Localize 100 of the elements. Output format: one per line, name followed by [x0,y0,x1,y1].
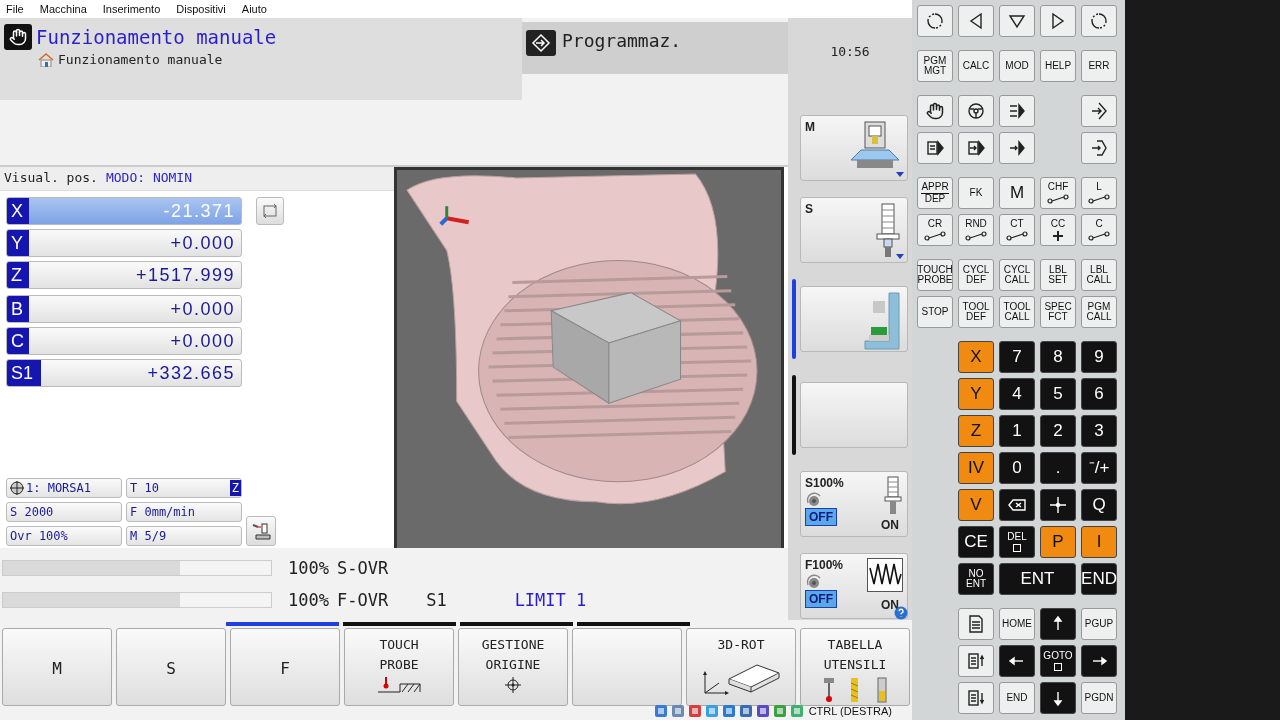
keypad-key[interactable] [917,132,953,164]
keypad-key[interactable]: 2 [1040,415,1076,447]
keypad-key[interactable]: CE [958,526,994,558]
keypad-key[interactable] [999,132,1035,164]
menu-item[interactable]: File [6,3,24,15]
softkey[interactable]: TOUCH PROBE [344,628,454,707]
keypad-key[interactable] [999,489,1035,521]
keypad-key[interactable]: FK [958,177,994,209]
keypad-key[interactable]: SPEC FCT [1040,296,1076,328]
keypad-key[interactable]: CALC [958,50,994,82]
keypad-key[interactable]: APPR DEP [917,177,953,209]
keypad-key[interactable]: 0 [999,452,1035,484]
keypad-key[interactable] [958,95,994,127]
keypad-key[interactable] [1081,95,1117,127]
keypad-key[interactable]: MOD [999,50,1035,82]
menu-item[interactable]: Macchina [39,3,87,15]
tray-icon[interactable] [772,704,787,718]
keypad-key[interactable]: LBL CALL [1081,259,1117,291]
keypad-key[interactable]: TOOL CALL [999,296,1035,328]
keypad-key[interactable]: STOP [917,296,953,328]
keypad-key[interactable] [917,95,953,127]
keypad-key[interactable]: PGM MGT [917,50,953,82]
override-option[interactable]: OFF [805,590,837,608]
keypad-key[interactable]: C [1081,214,1117,246]
keypad-key[interactable]: RND [958,214,994,246]
softkey[interactable]: GESTIONE ORIGINE [458,628,568,707]
keypad-key[interactable]: L [1081,177,1117,209]
keypad-key[interactable]: END [999,682,1035,714]
keypad-key[interactable]: 5 [1040,378,1076,410]
keypad-key[interactable] [1040,5,1076,37]
keypad-key[interactable] [999,645,1035,677]
side-card[interactable]: S [800,197,908,263]
keypad-key[interactable]: 9 [1081,341,1117,373]
keypad-key[interactable]: TOOL DEF [958,296,994,328]
keypad-key[interactable]: 1 [999,415,1035,447]
keypad-key[interactable]: PGM CALL [1081,296,1117,328]
keypad-key[interactable]: M [999,177,1035,209]
keypad-key[interactable]: LBL SET [1040,259,1076,291]
keypad-key[interactable]: HELP [1040,50,1076,82]
keypad-key[interactable]: TOUCH PROBE [917,259,953,291]
keypad-key[interactable]: ⁻/+ [1081,452,1117,484]
keypad-key[interactable] [958,608,994,640]
softkey[interactable]: TABELLA UTENSILI [800,628,910,707]
keypad-key[interactable]: GOTO [1040,645,1076,677]
keypad-key[interactable]: CYCL DEF [958,259,994,291]
menu-item[interactable]: Dispositivi [176,3,226,15]
keypad-key[interactable]: END [1081,563,1117,595]
keypad-key[interactable]: P [1040,526,1076,558]
keypad-key[interactable]: DEL [999,526,1035,558]
keypad-key[interactable]: Q [1081,489,1117,521]
keypad-key[interactable]: ERR [1081,50,1117,82]
keypad-key[interactable]: ENT [999,563,1076,595]
override-card[interactable]: F100% OFF ON [800,553,908,619]
tray-icon[interactable] [670,704,685,718]
keypad-key[interactable]: 8 [1040,341,1076,373]
keypad-key[interactable] [917,5,953,37]
keypad-key[interactable] [1040,682,1076,714]
keypad-key[interactable]: I [1081,526,1117,558]
keypad-key[interactable]: X [958,341,994,373]
keypad-key[interactable]: CHF [1040,177,1076,209]
keypad-key[interactable]: . [1040,452,1076,484]
keypad-key[interactable]: CYCL CALL [999,259,1035,291]
keypad-key[interactable] [1040,608,1076,640]
side-card[interactable]: M [800,115,908,181]
softkey[interactable]: M [2,628,112,707]
keypad-key[interactable]: 4 [999,378,1035,410]
keypad-key[interactable]: CT [999,214,1035,246]
override-card[interactable]: S100% OFF ON [800,471,908,537]
menu-item[interactable]: Inserimento [102,3,161,15]
keypad-key[interactable]: CC [1040,214,1076,246]
softkey[interactable]: 3D-ROT [686,628,796,707]
keypad-key[interactable] [1081,132,1117,164]
machine-button[interactable] [246,516,276,547]
keypad-key[interactable] [958,682,994,714]
tray-icon[interactable] [738,704,753,718]
keypad-key[interactable] [999,5,1035,37]
programming-tab[interactable]: Programmaz. [522,22,788,74]
tray-icon[interactable] [704,704,719,718]
keypad-key[interactable]: PGUP [1081,608,1117,640]
menu-item[interactable]: Aiuto [241,3,267,15]
keypad-key[interactable]: V [958,489,994,521]
keypad-key[interactable] [999,95,1035,127]
keypad-key[interactable]: Y [958,378,994,410]
keypad-key[interactable] [958,645,994,677]
keypad-key[interactable] [1040,489,1076,521]
keypad-key[interactable]: IV [958,452,994,484]
keypad-key[interactable]: HOME [999,608,1035,640]
override-option[interactable]: ON [877,596,903,614]
keypad-key[interactable]: 3 [1081,415,1117,447]
keypad-key[interactable]: 7 [999,341,1035,373]
keypad-key[interactable] [958,5,994,37]
override-option[interactable]: OFF [805,508,837,526]
tray-icon[interactable] [721,704,736,718]
keypad-key[interactable]: NO ENT [958,563,994,595]
tray-icon[interactable] [755,704,770,718]
override-option[interactable]: ON [877,516,903,534]
keypad-key[interactable]: 6 [1081,378,1117,410]
keypad-key[interactable] [1081,645,1117,677]
tray-icon[interactable] [687,704,702,718]
keypad-key[interactable] [1081,5,1117,37]
